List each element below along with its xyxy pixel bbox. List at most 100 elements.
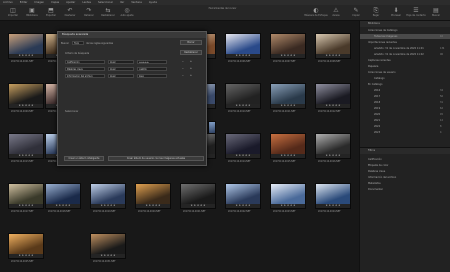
thumbnail[interactable]: ★ ★ ★ ★ ★ (225, 133, 261, 159)
thumbnail-filename: 20170110-0022.NEF (228, 210, 251, 213)
clear-button[interactable]: Borrar (180, 40, 202, 45)
search-scope-select[interactable]: Todo (72, 41, 84, 45)
library-item[interactable]: En Catálogo (368, 83, 440, 86)
filter-item[interactable]: Información del archivo (368, 176, 396, 179)
menu-item-0[interactable]: Archivo (3, 1, 13, 4)
thumbnail[interactable]: ★ ★ ★ ★ ★ (8, 33, 44, 59)
toolbar-right-button-0[interactable]: ◐ Máscara de Enfoque (304, 7, 327, 20)
thumbnail-image (9, 34, 43, 54)
library-item[interactable]: Colecciones de usuario (368, 71, 440, 74)
library-item[interactable]: 2018 (374, 101, 440, 104)
library-item[interactable]: 2023 (374, 131, 440, 134)
library-item[interactable]: 2021 (374, 119, 440, 122)
thumbnail[interactable]: ★ ★ ★ ★ ★ (315, 83, 351, 109)
library-item[interactable]: añadido: 31 de noviembre de 2020 11:02 (374, 53, 440, 56)
toolbar-icon: ▤ (433, 7, 439, 14)
thumbnail[interactable]: ★ ★ ★ ★ ★ (8, 83, 44, 109)
toolbar-label: Avisos (332, 14, 340, 17)
rule-operator-select[interactable]: Igual (108, 74, 134, 78)
toolbar-icon: ▣ (29, 7, 35, 14)
library-item[interactable]: 2020 (374, 113, 440, 116)
menu-item-3[interactable]: Capas (51, 1, 59, 4)
thumbnail[interactable]: ★ ★ ★ ★ ★ (225, 33, 261, 59)
add-rule-icon[interactable]: + (190, 60, 192, 63)
thumbnail[interactable]: ★ ★ ★ ★ ★ (225, 83, 261, 109)
rule-field-select[interactable]: Calificación (65, 60, 105, 64)
filter-item[interactable]: Etiqueta de color (368, 164, 388, 167)
library-item[interactable]: Importaciones recientes (368, 41, 440, 44)
library-item[interactable]: 2019 (374, 107, 440, 110)
thumbnail[interactable]: ★ ★ ★ ★ ★ (270, 183, 306, 209)
thumbnail[interactable]: ★ ★ ★ ★ ★ (315, 133, 351, 159)
menu-item-8[interactable]: Ventana (131, 1, 142, 4)
toolbar-icon: ◎ (124, 7, 130, 14)
thumbnail-image (136, 184, 170, 204)
thumbnail[interactable]: ★ ★ ★ ★ ★ (270, 33, 306, 59)
library-item[interactable]: Colecciones de Catálogo (368, 29, 440, 32)
smart-album-button[interactable]: Crear un álbum inteligente (64, 156, 104, 161)
thumbnail[interactable]: ★ ★ ★ ★ ★ (8, 183, 44, 209)
add-rule-icon[interactable]: + (190, 74, 192, 77)
criteria-header: Criterio de búsqueda (65, 52, 90, 55)
toolbar-right-button-5[interactable]: ☰ Hoja de contacto (405, 7, 427, 20)
filter-item[interactable]: Documentar (368, 188, 383, 191)
library-item[interactable]: 2016 (374, 89, 440, 92)
add-rule-icon[interactable]: + (190, 67, 192, 70)
library-item[interactable]: Todas las imágenes (374, 35, 440, 38)
menu-item-7[interactable]: Ver (120, 1, 124, 4)
toolbar-right-button-3[interactable]: ⎘ Pegar (365, 7, 387, 20)
menu-item-1[interactable]: Editar (20, 1, 28, 4)
library-item[interactable]: Capturas recientes (368, 59, 440, 62)
thumbnail[interactable]: ★ ★ ★ ★ ★ (45, 183, 81, 209)
filter-item[interactable]: Calificación (368, 158, 382, 161)
thumbnail[interactable]: ★ ★ ★ ★ ★ (8, 233, 44, 259)
toolbar-right-button-2[interactable]: ✎ Copiar (345, 7, 367, 20)
thumbnail-rating: ★ ★ ★ ★ ★ (271, 54, 305, 58)
menu-item-9[interactable]: Ayuda (149, 1, 157, 4)
thumbnail[interactable]: ★ ★ ★ ★ ★ (315, 183, 351, 209)
rule-value-select[interactable]: Jpeg (137, 74, 167, 78)
toolbar-right-button-6[interactable]: ▤ Buscar (425, 7, 447, 20)
thumbnail[interactable]: ★ ★ ★ ★ ★ (90, 183, 126, 209)
library-item[interactable]: Catálogo (374, 77, 440, 80)
thumbnail[interactable]: ★ ★ ★ ★ ★ (270, 133, 306, 159)
user-album-button[interactable]: Crear álbum de usuario con las imágenes … (108, 156, 204, 161)
thumbnail[interactable]: ★ ★ ★ ★ ★ (135, 183, 171, 209)
toolbar-icon: ✎ (353, 7, 359, 14)
rule-value-select[interactable]: castillo (137, 67, 167, 71)
thumbnail[interactable]: ★ ★ ★ ★ ★ (315, 33, 351, 59)
remove-rule-icon[interactable]: − (182, 60, 184, 63)
rule-field-select[interactable]: Palabras clave (65, 67, 105, 71)
rule-operator-select[interactable]: Igual (108, 67, 134, 71)
menu-item-4[interactable]: Ajustar (66, 1, 75, 4)
thumbnail[interactable]: ★ ★ ★ ★ ★ (180, 183, 216, 209)
filter-item[interactable]: Palabras clave (368, 170, 385, 173)
library-item[interactable]: añadido: 31 de noviembre de 2020 11:01 (374, 47, 440, 50)
reset-button[interactable]: Restablecer (180, 50, 202, 55)
remove-rule-icon[interactable]: − (182, 74, 184, 77)
remove-rule-icon[interactable]: − (182, 67, 184, 70)
menu-item-5[interactable]: Lentes (82, 1, 91, 4)
rule-value-select[interactable]: ★★★★★ (137, 60, 167, 64)
toolbar-button-6[interactable]: ◎ Auto ajuste (116, 7, 138, 20)
library-item[interactable]: Papelera (368, 65, 440, 68)
thumbnail[interactable]: ★ ★ ★ ★ ★ (270, 83, 306, 109)
thumbnail[interactable]: ★ ★ ★ ★ ★ (225, 183, 261, 209)
thumbnail[interactable]: ★ ★ ★ ★ ★ (90, 233, 126, 259)
toolbar-right-button-1[interactable]: ⚠ Avisos (325, 7, 347, 20)
library-item[interactable]: 2022 (374, 125, 440, 128)
rule-operator-select[interactable]: Igual (108, 60, 134, 64)
menu-item-6[interactable]: Seleccionar (98, 1, 113, 4)
toolbar-right-button-4[interactable]: ⬇ Procesar (385, 7, 407, 20)
thumbnail-image (271, 84, 305, 104)
thumbnail-rating: ★ ★ ★ ★ ★ (9, 104, 43, 108)
toolbar-icon: ⬇ (393, 7, 399, 14)
library-item[interactable]: 2017 (374, 95, 440, 98)
menu-item-2[interactable]: Imagen (34, 1, 44, 4)
thumbnail-image (226, 34, 260, 54)
toolbar-icon: ↶ (67, 7, 73, 14)
thumbnail-image (91, 234, 125, 254)
rule-field-select[interactable]: Información del archivo (65, 74, 105, 78)
thumbnail[interactable]: ★ ★ ★ ★ ★ (8, 133, 44, 159)
filter-item[interactable]: Metadatos (368, 182, 381, 185)
